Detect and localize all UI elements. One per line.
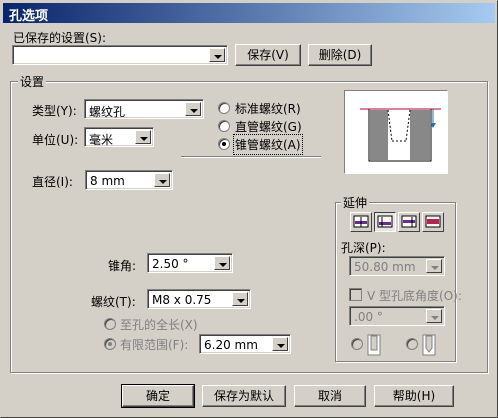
tapered-pipe-thread-label: 锥管螺纹(A) (233, 134, 303, 155)
delete-button[interactable]: 删除(D) (308, 44, 372, 66)
save-as-default-button[interactable]: 保存为默认 (202, 385, 286, 407)
extend-through-icon[interactable] (398, 212, 420, 232)
radio-v-bottom[interactable] (406, 338, 418, 350)
depth-label: 孔深(P): (341, 241, 386, 255)
extend-group-title: 延伸 (341, 194, 370, 211)
hole-preview-image (344, 90, 448, 174)
chevron-down-icon (426, 259, 442, 273)
saved-settings-label: 已保存的设置(S): (13, 31, 107, 45)
radio-tapered-pipe-thread[interactable] (218, 138, 230, 150)
chevron-down-icon (185, 102, 201, 116)
taper-angle-label: 锥角: (108, 259, 137, 273)
v-angle-label: V 型孔底角度(O): (367, 289, 462, 303)
unit-label: 单位(U): (32, 133, 79, 147)
radio-limited-range[interactable] (104, 338, 116, 350)
straight-pipe-thread-label: 直管螺纹(G) (235, 120, 302, 134)
thread-dropdown[interactable]: M8 x 0.75 (147, 289, 251, 309)
cancel-button[interactable]: 取消 (294, 385, 366, 407)
type-label: 类型(Y): (32, 104, 77, 118)
unit-dropdown[interactable]: 毫米 (84, 127, 154, 147)
ok-button[interactable]: 确定 (121, 384, 195, 408)
chevron-down-icon (232, 292, 248, 306)
chevron-down-icon (154, 173, 170, 187)
hole-options-dialog: 孔选项 已保存的设置(S): 保存(V) 删除(D) 设置 类型(Y): 螺纹孔… (0, 0, 498, 418)
divider (181, 156, 321, 158)
extend-through-all-icon[interactable] (422, 212, 444, 232)
thread-label: 螺纹(T): (91, 295, 136, 309)
window-title: 孔选项 (9, 9, 49, 24)
limited-range-dropdown[interactable]: 6.20 mm (199, 334, 291, 354)
full-length-label: 至孔的全长(X) (120, 318, 198, 332)
radio-flat-bottom[interactable] (351, 338, 363, 350)
diameter-dropdown[interactable]: 8 mm (85, 170, 173, 190)
v-bottom-hole-icon (422, 334, 436, 359)
chevron-down-icon (209, 48, 225, 62)
limited-range-label: 有限范围(F): (120, 338, 189, 352)
title-bar: 孔选项 (3, 3, 495, 24)
radio-standard-thread[interactable] (218, 102, 230, 114)
type-dropdown[interactable]: 螺纹孔 (84, 99, 204, 119)
standard-thread-label: 标准螺纹(R) (235, 102, 301, 116)
flat-bottom-hole-icon (367, 334, 381, 359)
v-angle-checkbox[interactable] (349, 288, 362, 301)
chevron-down-icon (272, 337, 288, 351)
settings-group-title: 设置 (18, 73, 47, 90)
chevron-down-icon (135, 130, 151, 144)
radio-straight-pipe-thread[interactable] (218, 120, 230, 132)
extend-to-depth-icon[interactable] (374, 212, 396, 232)
help-button[interactable]: 帮助(H) (374, 385, 454, 407)
diameter-label: 直径(I): (32, 175, 73, 189)
chevron-down-icon (214, 256, 230, 270)
taper-angle-dropdown[interactable]: 2.50 ° (147, 253, 233, 273)
saved-settings-dropdown[interactable] (12, 45, 228, 65)
extend-blind-icon[interactable] (350, 212, 372, 232)
chevron-down-icon (426, 309, 442, 323)
save-button[interactable]: 保存(V) (235, 44, 301, 66)
v-angle-dropdown[interactable]: .00 ° (349, 306, 445, 326)
depth-dropdown[interactable]: 50.80 mm (349, 256, 445, 276)
radio-full-length[interactable] (104, 318, 116, 330)
